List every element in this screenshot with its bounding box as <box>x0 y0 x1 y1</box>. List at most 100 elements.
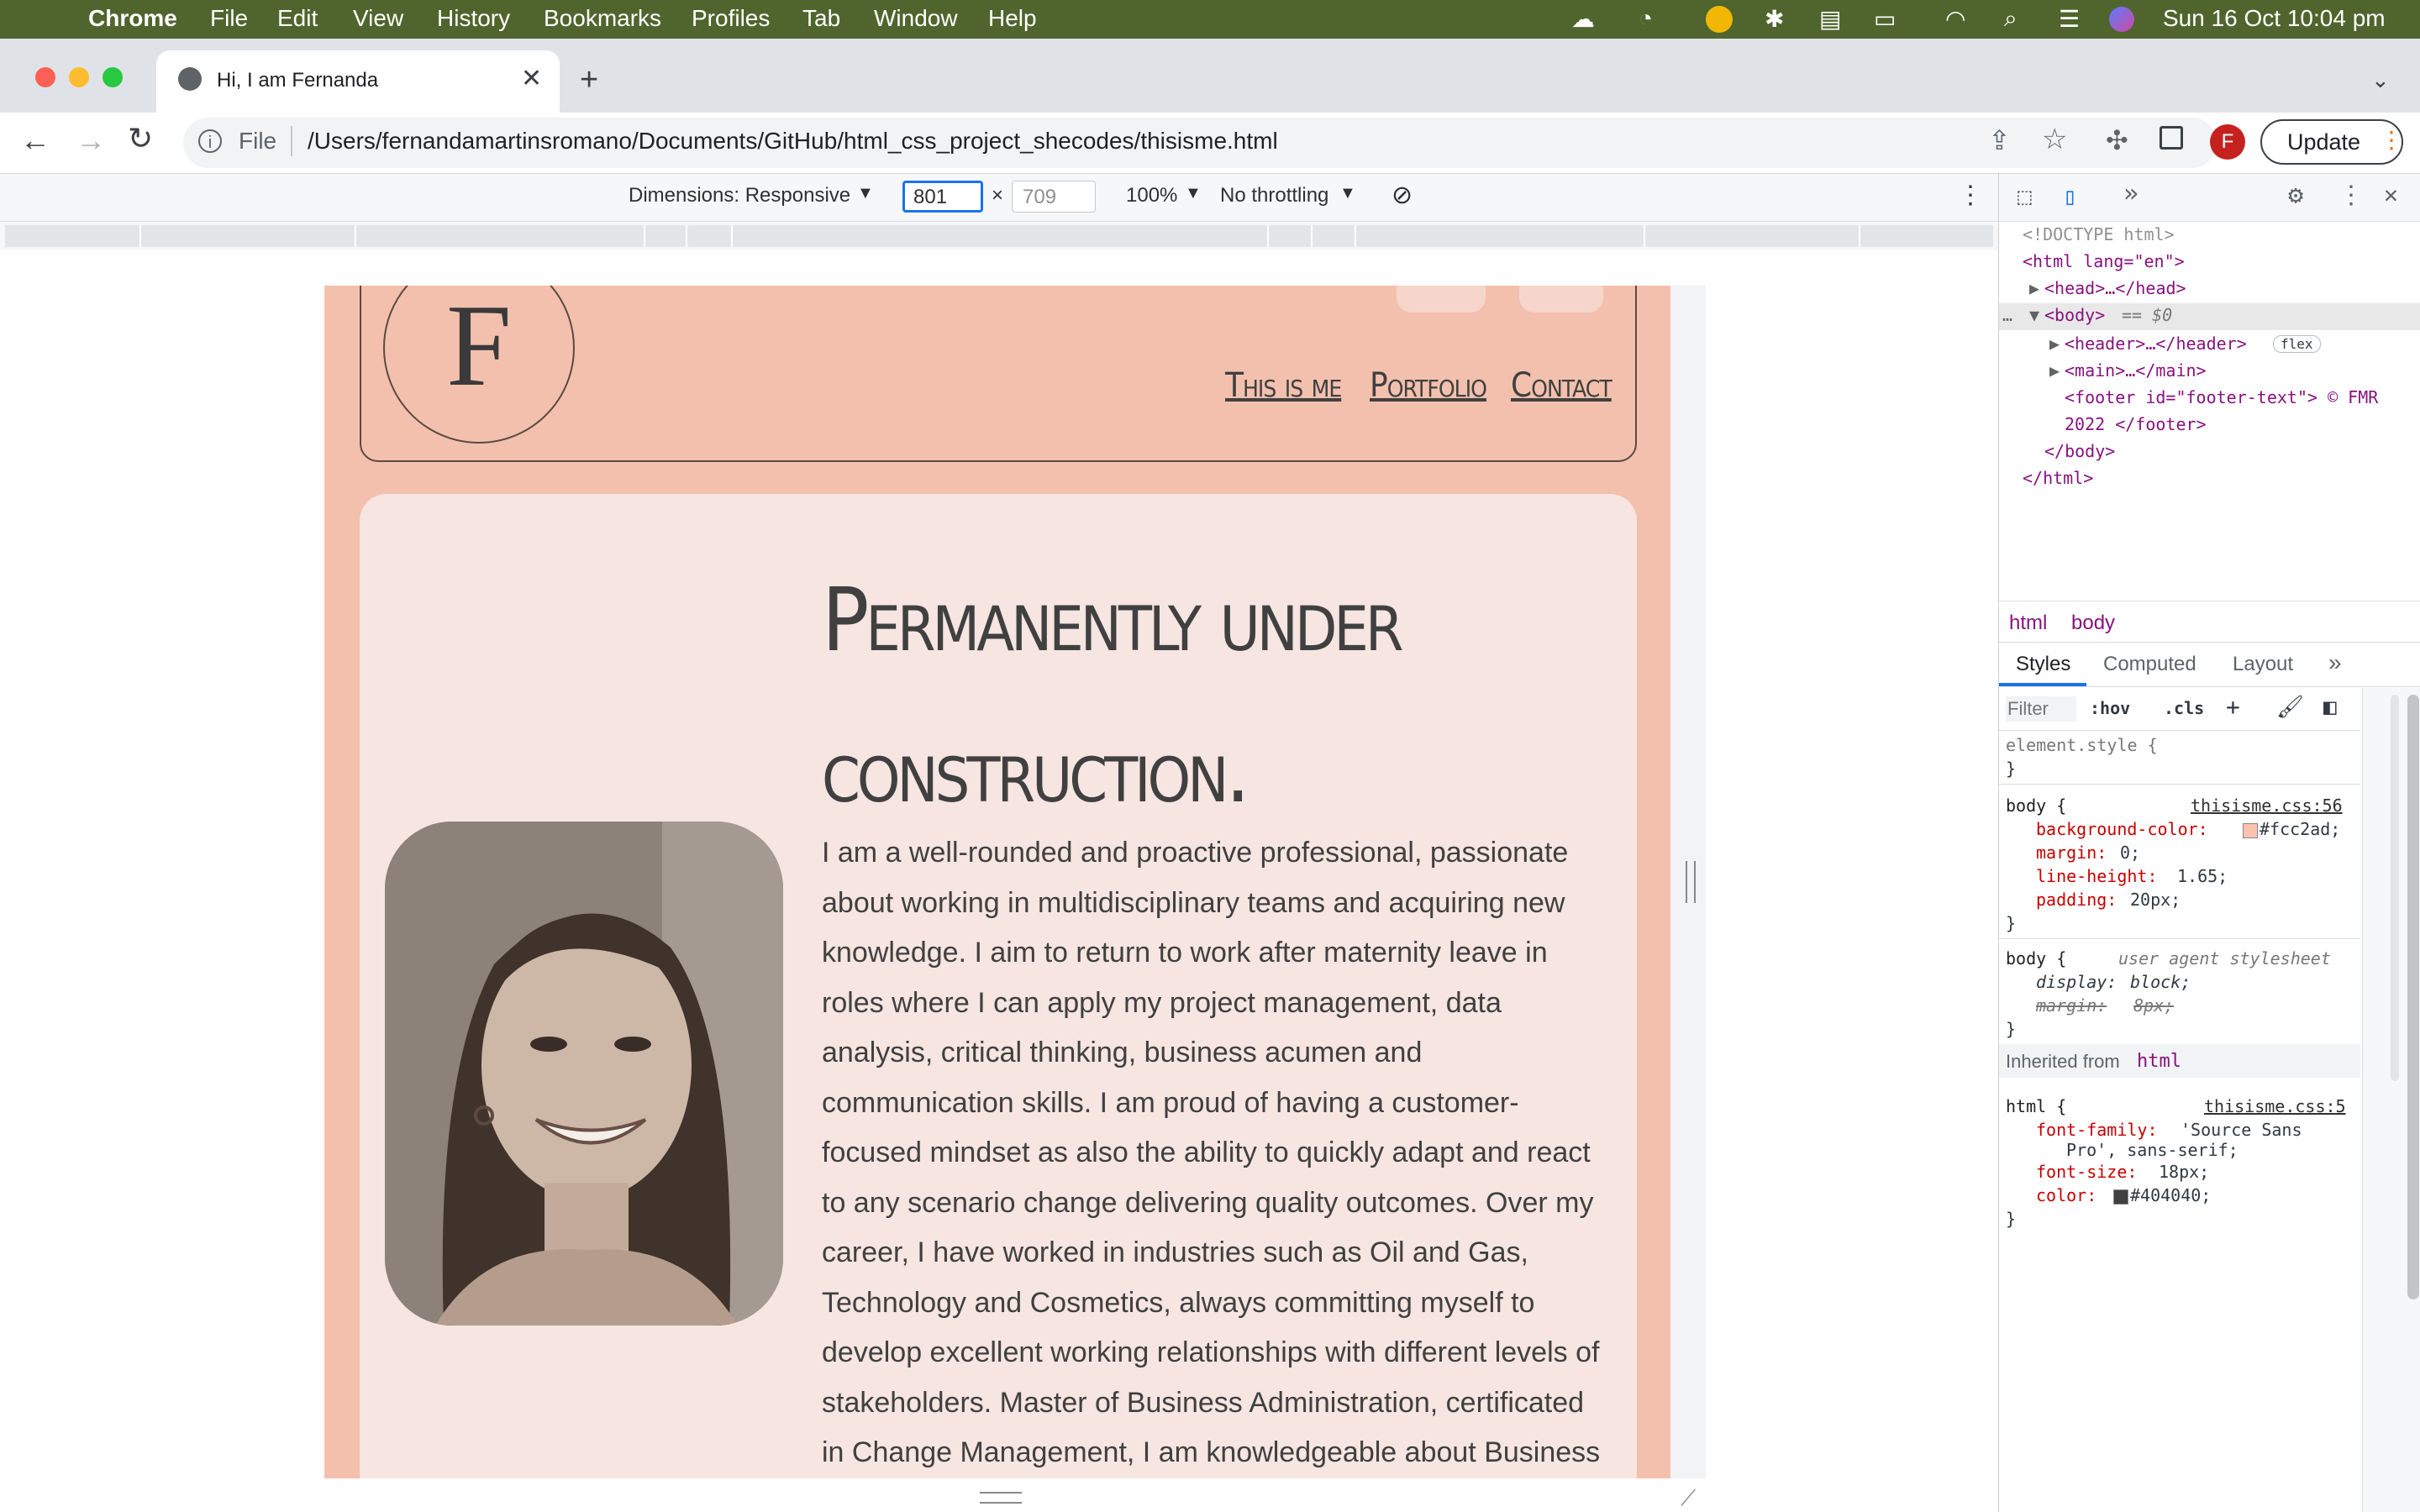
dom-head[interactable]: <head>…</head> <box>2044 278 2186 298</box>
reload-icon[interactable]: ↻ <box>128 121 153 156</box>
app-status-icon[interactable] <box>1706 6 1733 33</box>
prop-font-size[interactable]: font-size: <box>2036 1162 2137 1182</box>
throttle-chevron-icon[interactable]: ▼ <box>1339 184 1356 203</box>
rule-ua-body-selector[interactable]: body { <box>2006 948 2066 969</box>
dom-footer-line-2[interactable]: 2022 </footer> <box>2065 414 2207 434</box>
val-color[interactable]: #404040; <box>2130 1185 2211 1205</box>
menu-clock[interactable]: Sun 16 Oct 10:04 pm <box>2163 5 2386 32</box>
viewport-resize-handle[interactable] <box>1686 861 1696 903</box>
menu-window[interactable]: Window <box>874 5 958 32</box>
dom-body[interactable]: <body> <box>2044 305 2105 325</box>
social-icon-button[interactable] <box>1519 286 1603 312</box>
dimensions-dropdown[interactable]: Dimensions: Responsive <box>629 184 850 207</box>
prop-display[interactable]: display: <box>2036 972 2117 992</box>
nav-link-contact[interactable]: Contact <box>1511 366 1612 405</box>
device-mode-icon[interactable]: ▯ <box>2063 182 2077 210</box>
more-tabs-icon[interactable]: » <box>2123 179 2139 208</box>
height-input[interactable]: 709 <box>1012 181 1096 213</box>
rule-body-selector[interactable]: body { <box>2006 795 2066 816</box>
wifi-icon[interactable]: ◠ <box>1945 5 1965 33</box>
close-tab-icon[interactable]: ✕ <box>521 64 542 93</box>
val-margin-overridden[interactable]: 8px; <box>2133 995 2174 1016</box>
menu-history[interactable]: History <box>437 5 510 32</box>
rule-html-source[interactable]: thisisme.css:5 <box>2204 1096 2346 1116</box>
menu-view[interactable]: View <box>353 5 403 32</box>
dom-html-open[interactable]: <html lang="en"> <box>2023 251 2185 271</box>
dom-footer-line-1[interactable]: <footer id="footer-text"> © FMR <box>2065 387 2378 407</box>
bluetooth-icon[interactable]: ✱ <box>1765 5 1784 33</box>
menu-edit[interactable]: Edit <box>277 5 318 32</box>
nav-link-this-is-me[interactable]: This is me <box>1225 366 1342 405</box>
dom-header[interactable]: <header>…</header> <box>2065 333 2247 354</box>
omnibox[interactable]: i File /Users/fernandamartinsromano/Docu… <box>183 118 2217 168</box>
expand-main-icon[interactable]: ▶ <box>2049 360 2060 381</box>
breadcrumb-html[interactable]: html <box>2009 612 2047 635</box>
close-window-button[interactable] <box>35 67 55 87</box>
media-query-ruler[interactable] <box>0 222 1998 250</box>
extensions-icon[interactable]: ✣ <box>2106 124 2128 156</box>
prop-padding[interactable]: padding: <box>2036 890 2117 910</box>
zoom-window-button[interactable] <box>103 67 123 87</box>
rule-html-selector[interactable]: html { <box>2006 1096 2066 1116</box>
paint-brush-icon[interactable]: 🖌 <box>2276 695 2304 720</box>
device-toolbar-more-icon[interactable]: ⋮ <box>1958 181 1983 210</box>
prop-background-color[interactable]: background-color: <box>2036 819 2208 839</box>
expand-head-icon[interactable]: ▶ <box>2029 278 2039 298</box>
tab-computed[interactable]: Computed <box>2103 653 2196 676</box>
menu-bookmarks[interactable]: Bookmarks <box>544 5 661 32</box>
spotlight-icon[interactable]: ⌕ <box>2004 5 2018 33</box>
val-padding[interactable]: 20px; <box>2130 890 2181 910</box>
keyboard-icon[interactable]: ▤ <box>1819 5 1841 33</box>
viewport-bottom-resize-handle[interactable] <box>980 1492 1022 1504</box>
url-text[interactable]: /Users/fernandamartinsromano/Documents/G… <box>308 128 1278 155</box>
styles-scrollbar[interactable] <box>2391 695 2399 1081</box>
menu-app-name[interactable]: Chrome <box>88 5 177 32</box>
panel-scrollbar-thumb[interactable] <box>2407 695 2419 1299</box>
inspect-element-icon[interactable]: ⬚ <box>2018 182 2032 210</box>
zoom-dropdown[interactable]: 100% <box>1126 184 1177 207</box>
new-tab-icon[interactable]: + <box>580 62 598 98</box>
prop-color[interactable]: color: <box>2036 1185 2096 1205</box>
settings-gear-icon[interactable]: ⚙ <box>2288 181 2303 210</box>
toggle-sidebar-icon[interactable]: ◧ <box>2323 695 2337 720</box>
color-swatch[interactable] <box>2243 823 2258 838</box>
share-icon[interactable]: ⇪ <box>1988 124 2011 156</box>
inherited-element[interactable]: html <box>2137 1051 2181 1072</box>
flex-badge[interactable]: flex <box>2273 335 2321 353</box>
prop-font-family[interactable]: font-family: <box>2036 1120 2158 1140</box>
styles-filter-input[interactable] <box>2006 696 2076 722</box>
rule-element-style[interactable]: element.style { <box>2006 735 2158 755</box>
val-font-family-1[interactable]: 'Source Sans <box>2181 1120 2302 1140</box>
info-icon[interactable]: i <box>198 129 222 153</box>
browser-tab[interactable]: Hi, I am Fernanda ✕ <box>156 50 560 113</box>
control-center-icon[interactable]: ☰ <box>2059 5 2080 33</box>
dom-doctype[interactable]: <!DOCTYPE html> <box>2023 224 2175 244</box>
color-swatch[interactable] <box>2113 1189 2128 1205</box>
minimize-window-button[interactable] <box>69 67 89 87</box>
battery-icon[interactable]: ▭ <box>1874 5 1896 33</box>
throttle-dropdown[interactable]: No throttling <box>1220 184 1328 207</box>
rule-body-source[interactable]: thisisme.css:56 <box>2191 795 2343 816</box>
collapse-body-icon[interactable]: ▼ <box>2029 305 2039 325</box>
social-icon-button[interactable] <box>1397 286 1486 312</box>
dom-main[interactable]: <main>…</main> <box>2065 360 2207 381</box>
bookmark-star-icon[interactable]: ☆ <box>2042 123 2067 156</box>
tab-styles[interactable]: Styles <box>2016 653 2070 676</box>
val-display[interactable]: block; <box>2130 972 2191 992</box>
width-input[interactable]: 801 <box>902 181 983 213</box>
nav-link-portfolio[interactable]: Portfolio <box>1370 366 1487 405</box>
side-panel-icon[interactable] <box>2160 126 2183 150</box>
cls-toggle[interactable]: .cls <box>2164 698 2204 718</box>
zoom-chevron-icon[interactable]: ▼ <box>1185 184 1202 203</box>
menu-file[interactable]: File <box>210 5 248 32</box>
expand-header-icon[interactable]: ▶ <box>2049 333 2060 354</box>
dom-row-more-icon[interactable]: … <box>2002 305 2012 325</box>
back-icon[interactable]: ← <box>20 123 50 158</box>
val-background-color[interactable]: #fcc2ad; <box>2260 819 2340 839</box>
devtools-more-icon[interactable]: ⋮ <box>2338 181 2364 210</box>
dom-html-close[interactable]: </html> <box>2023 468 2093 488</box>
menu-tab[interactable]: Tab <box>802 5 840 32</box>
forward-icon[interactable]: → <box>76 123 106 158</box>
val-font-family-2[interactable]: Pro', sans-serif; <box>2066 1140 2238 1160</box>
prop-line-height[interactable]: line-height: <box>2036 866 2158 886</box>
